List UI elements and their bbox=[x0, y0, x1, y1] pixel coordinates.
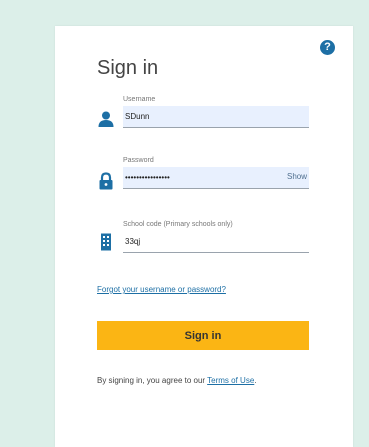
password-label: Password bbox=[123, 157, 154, 164]
user-icon bbox=[98, 111, 114, 127]
terms-suffix: . bbox=[254, 376, 257, 385]
school-code-box[interactable] bbox=[123, 231, 309, 253]
signin-card: ? Sign in Username Password Show bbox=[55, 26, 353, 447]
page-title: Sign in bbox=[97, 57, 159, 79]
password-field-group: Password Show bbox=[97, 157, 309, 201]
terms-agreement: By signing in, you agree to our Terms of… bbox=[97, 376, 257, 385]
signin-button[interactable]: Sign in bbox=[97, 321, 309, 350]
show-password-button[interactable]: Show bbox=[287, 172, 307, 181]
username-label: Username bbox=[123, 96, 156, 103]
forgot-credentials-link[interactable]: Forgot your username or password? bbox=[97, 285, 226, 294]
school-code-input[interactable] bbox=[125, 234, 275, 248]
username-input[interactable] bbox=[125, 109, 275, 123]
password-input[interactable] bbox=[125, 170, 275, 184]
school-code-field-group: School code (Primary schools only) bbox=[97, 221, 309, 265]
building-icon bbox=[101, 233, 111, 251]
username-box[interactable] bbox=[123, 106, 309, 128]
terms-of-use-link[interactable]: Terms of Use bbox=[207, 376, 254, 385]
password-box[interactable]: Show bbox=[123, 167, 309, 189]
username-field-group: Username bbox=[97, 96, 309, 140]
terms-prefix: By signing in, you agree to our bbox=[97, 376, 208, 385]
school-code-label: School code (Primary schools only) bbox=[123, 221, 233, 228]
lock-icon bbox=[99, 172, 113, 190]
help-icon[interactable]: ? bbox=[320, 40, 335, 55]
